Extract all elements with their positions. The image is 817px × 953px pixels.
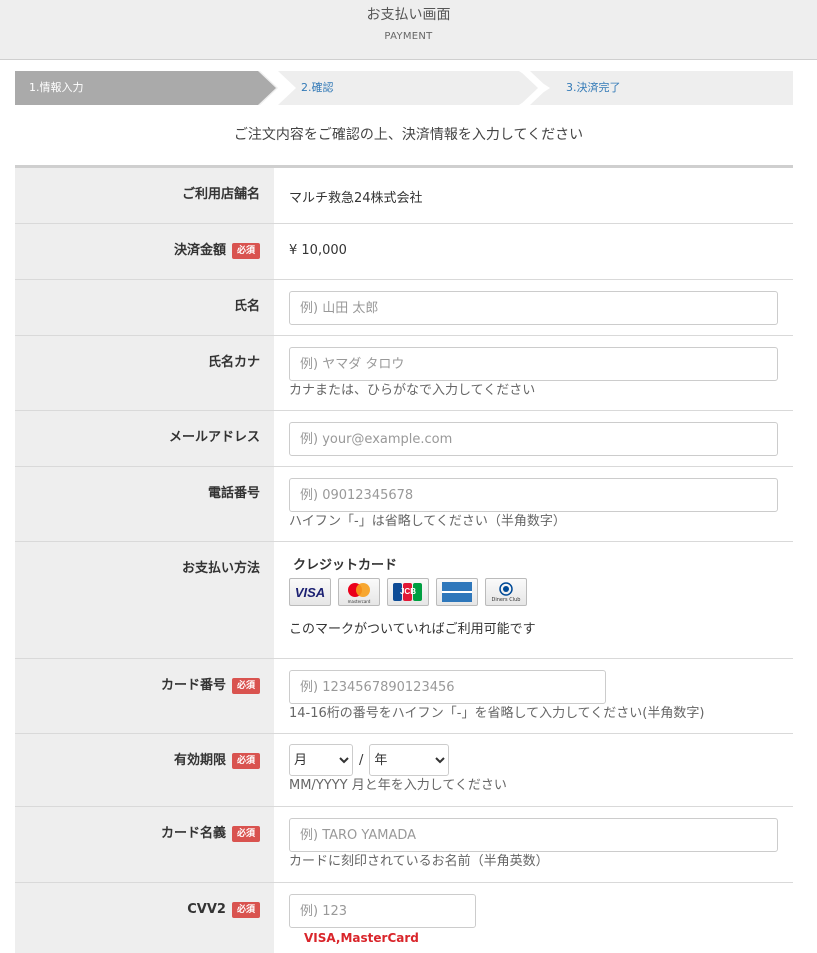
card-brands: VISA mastercard JCB Diners Club bbox=[289, 578, 779, 606]
shop-value: マルチ救急24株式会社 bbox=[289, 191, 423, 206]
amex-icon bbox=[436, 578, 478, 606]
row-payment-method: お支払い方法 クレジットカード VISA mastercard JCB Dine… bbox=[15, 542, 793, 659]
name-label: 氏名 bbox=[15, 280, 274, 335]
kana-input[interactable] bbox=[289, 347, 778, 381]
card-number-help: 14-16桁の番号をハイフン「-」を省略して入力してください(半角数字) bbox=[289, 706, 705, 721]
phone-label: 電話番号 bbox=[15, 467, 274, 541]
email-input[interactable] bbox=[289, 422, 778, 456]
page-title: お支払い画面 bbox=[366, 7, 451, 23]
row-phone: 電話番号 ハイフン「-」は省略してください（半角数字） bbox=[15, 467, 793, 542]
phone-help: ハイフン「-」は省略してください（半角数字） bbox=[289, 514, 566, 529]
amount-value: ¥ 10,000 bbox=[289, 243, 347, 258]
progress-steps: 1.情報入力 2.確認 3.決済完了 bbox=[15, 71, 793, 105]
row-shop: ご利用店舗名 マルチ救急24株式会社 bbox=[15, 168, 793, 224]
required-badge: 必須 bbox=[231, 243, 260, 259]
payment-method-label: お支払い方法 bbox=[15, 542, 274, 658]
cvv-label: CVV2 必須 bbox=[15, 883, 274, 953]
card-name-input[interactable] bbox=[289, 818, 778, 852]
step-info-input: 1.情報入力 bbox=[29, 81, 84, 94]
expiry-help: MM/YYYY 月と年を入力してください bbox=[289, 778, 507, 793]
step-confirm: 2.確認 bbox=[301, 81, 334, 94]
card-name-help: カードに刻印されているお名前（半角英数） bbox=[289, 854, 549, 869]
phone-input[interactable] bbox=[289, 478, 778, 512]
row-card-number: カード番号必須 14-16桁の番号をハイフン「-」を省略して入力してください(半… bbox=[15, 659, 793, 734]
name-input[interactable] bbox=[289, 291, 778, 325]
card-availability-note: このマークがついていればご利用可能です bbox=[289, 622, 536, 637]
email-label: メールアドレス bbox=[15, 411, 274, 466]
credit-card-title: クレジットカード bbox=[293, 558, 398, 573]
diners-club-icon: Diners Club bbox=[485, 578, 527, 606]
required-badge: 必須 bbox=[231, 753, 260, 769]
steps-background bbox=[15, 71, 793, 105]
cvv-card-note: VISA,MasterCard bbox=[304, 931, 419, 945]
row-kana: 氏名カナ カナまたは、ひらがなで入力してください bbox=[15, 336, 793, 411]
page-header: お支払い画面 PAYMENT bbox=[0, 0, 817, 60]
cvv-input[interactable] bbox=[289, 894, 476, 928]
shop-label: ご利用店舗名 bbox=[15, 168, 274, 223]
mastercard-icon: mastercard bbox=[338, 578, 380, 606]
amount-label: 決済金額 必須 bbox=[15, 224, 274, 279]
row-cvv: CVV2必須 VISA,MasterCard bbox=[15, 883, 793, 953]
kana-label: 氏名カナ bbox=[15, 336, 274, 410]
jcb-icon: JCB bbox=[387, 578, 429, 606]
row-card-name: カード名義必須 カードに刻印されているお名前（半角英数） bbox=[15, 807, 793, 883]
card-name-label: カード名義 必須 bbox=[15, 807, 274, 882]
step-complete: 3.決済完了 bbox=[566, 81, 621, 94]
row-email: メールアドレス bbox=[15, 411, 793, 467]
expiry-label: 有効期限 必須 bbox=[15, 734, 274, 806]
intro-text: ご注文内容をご確認の上、決済情報を入力してください bbox=[233, 127, 584, 143]
expiry-separator: / bbox=[359, 752, 364, 768]
card-number-label: カード番号 必須 bbox=[15, 659, 274, 733]
kana-help: カナまたは、ひらがなで入力してください bbox=[289, 383, 536, 398]
expiry-month-select[interactable]: 月 bbox=[289, 744, 353, 776]
card-number-input[interactable] bbox=[289, 670, 606, 704]
row-name: 氏名 bbox=[15, 280, 793, 336]
required-badge: 必須 bbox=[231, 678, 260, 694]
expiry-year-select[interactable]: 年 bbox=[369, 744, 450, 776]
row-amount: 決済金額 必須 ¥ 10,000 bbox=[15, 224, 793, 280]
payment-form: ご利用店舗名 マルチ救急24株式会社 決済金額必須 ¥ 10,000 氏名 氏名… bbox=[15, 165, 793, 953]
required-badge: 必須 bbox=[231, 902, 260, 918]
visa-icon: VISA bbox=[289, 578, 331, 606]
row-expiry: 有効期限 必須 月 / 年 MM/YYYY 月と年を入力してください bbox=[15, 734, 793, 807]
required-badge: 必須 bbox=[231, 826, 260, 842]
page-subtitle: PAYMENT bbox=[384, 31, 433, 42]
